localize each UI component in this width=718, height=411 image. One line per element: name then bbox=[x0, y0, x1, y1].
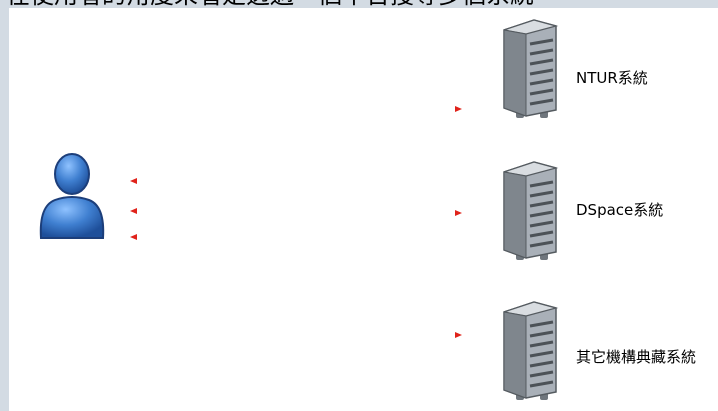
arrowhead-icon bbox=[130, 178, 137, 184]
top-strip: 在使用者的角度來看是透過一個平台搜尋多個系統 bbox=[0, 0, 718, 8]
arrowhead-icon bbox=[130, 234, 137, 240]
server-label-dspace: DSpace系統 bbox=[576, 201, 664, 219]
server-label-ntur: NTUR系統 bbox=[576, 69, 648, 87]
arrowhead-icon bbox=[455, 332, 462, 338]
server-icon bbox=[498, 160, 560, 266]
server-icon bbox=[498, 18, 560, 124]
server-icon bbox=[498, 300, 560, 406]
arrowhead-icon bbox=[130, 208, 137, 214]
arrowhead-icon bbox=[455, 106, 462, 112]
server-label-other: 其它機構典藏系統 bbox=[576, 348, 697, 366]
diagram-canvas: NTUR系統 DSpace系統 其它機構典藏系統 bbox=[9, 8, 718, 411]
clipped-heading: 在使用者的角度來看是透過一個平台搜尋多個系統 bbox=[6, 0, 534, 8]
user-icon bbox=[37, 150, 107, 246]
arrowhead-icon bbox=[455, 210, 462, 216]
